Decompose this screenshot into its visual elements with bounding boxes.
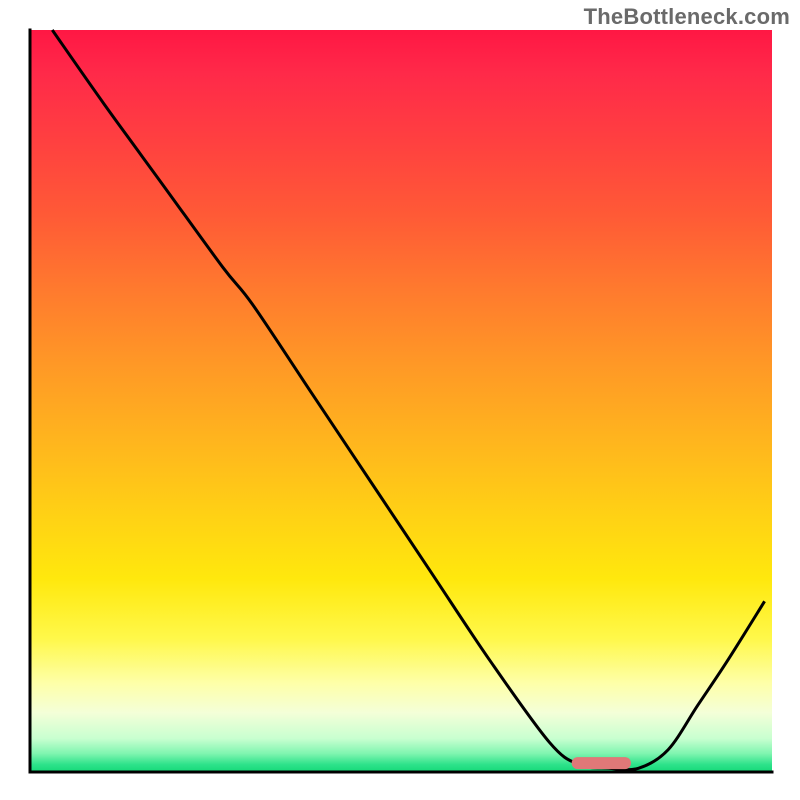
plot-background bbox=[30, 30, 772, 772]
optimal-range-marker bbox=[572, 757, 631, 769]
chart-container: TheBottleneck.com bbox=[0, 0, 800, 800]
bottleneck-chart bbox=[0, 0, 800, 800]
watermark-label: TheBottleneck.com bbox=[584, 4, 790, 30]
